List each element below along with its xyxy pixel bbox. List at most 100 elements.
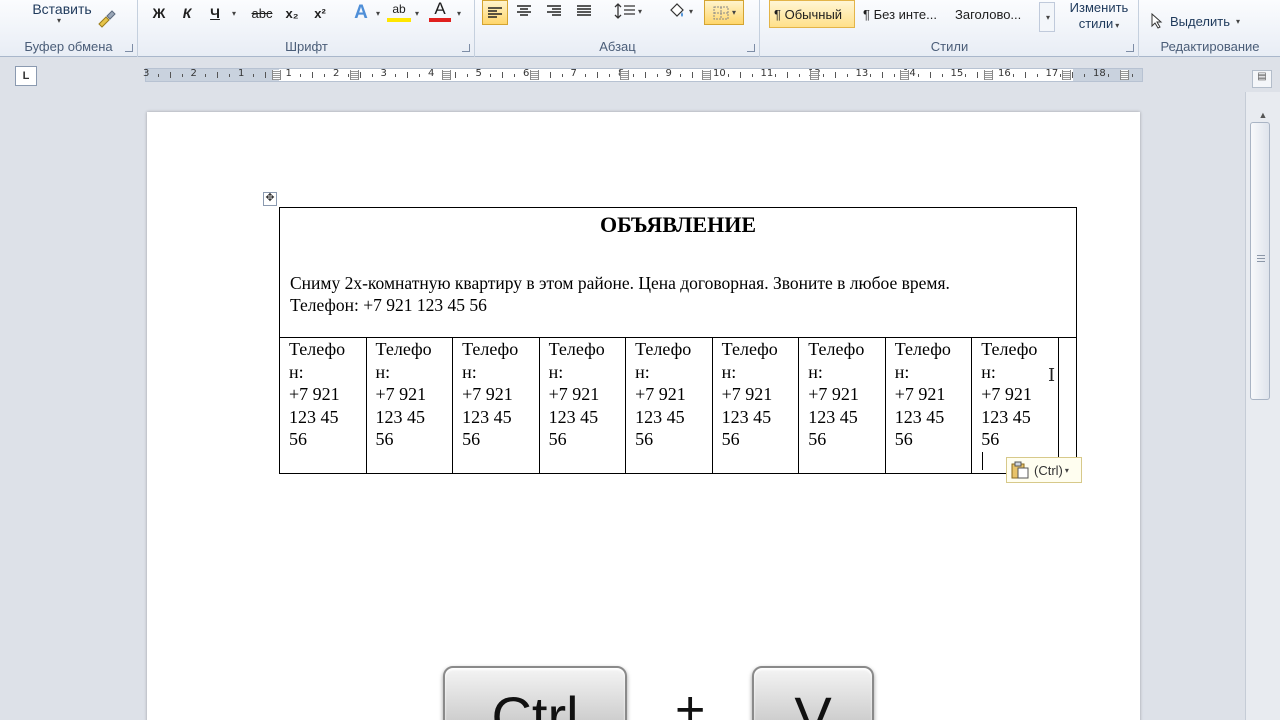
column-marker-icon[interactable] [620, 70, 629, 80]
text-effects-dropdown[interactable]: ▾ [372, 2, 382, 24]
tear-off-cell[interactable]: Телефо н: +7 921 123 45 56 [365, 337, 454, 474]
tear-off-cell[interactable]: Телефо н: +7 921 123 45 56 [711, 337, 800, 474]
font-color-dropdown[interactable]: ▾ [453, 2, 463, 24]
justify-button[interactable] [572, 0, 596, 22]
strikethrough-button[interactable]: abc [247, 2, 277, 24]
advertisement-table[interactable]: ОБЪЯВЛЕНИЕ Сниму 2х-комнатную квартиру в… [279, 207, 1078, 474]
tear-off-line: +7 921 [808, 384, 859, 404]
ruler-tick [941, 74, 943, 77]
tear-off-line: Телефо [289, 339, 346, 359]
scrollbar-thumb[interactable] [1250, 122, 1270, 400]
column-marker-icon[interactable] [900, 70, 909, 80]
bold-button[interactable]: Ж [149, 2, 169, 24]
change-styles-label-2: стили [1078, 16, 1114, 31]
ruler-tick [371, 74, 373, 77]
tear-off-cell[interactable]: Телефо н: +7 921 123 45 56 [798, 337, 886, 474]
v-keycap: V [752, 666, 874, 720]
announcement-body: Сниму 2х-комнатную квартиру в этом район… [290, 272, 1066, 316]
line-spacing-button[interactable]: ▾ [612, 0, 644, 22]
column-marker-icon[interactable] [350, 70, 359, 80]
italic-button[interactable]: К [177, 2, 197, 24]
ruler-tick [834, 72, 836, 78]
ruler-number: 5 [475, 68, 482, 79]
tear-off-cell[interactable]: Телефо н: +7 921 123 45 56 [884, 337, 973, 474]
change-styles-label-1: Изменить [1069, 0, 1129, 15]
tab-selector[interactable]: L [15, 66, 37, 86]
highlight-dropdown[interactable]: ▾ [411, 2, 421, 24]
tear-off-line: Телефо [808, 339, 865, 359]
column-marker-icon[interactable] [702, 70, 711, 80]
tear-off-line: +7 921 [375, 384, 427, 404]
shading-button[interactable]: ▾ [664, 0, 696, 22]
styles-launcher[interactable]: ⌟ [1126, 44, 1134, 52]
align-right-button[interactable] [542, 0, 566, 22]
column-marker-icon[interactable] [272, 70, 281, 80]
tear-off-cell[interactable]: Телефо н: +7 921 123 45 56 [538, 337, 627, 474]
ruler-tick [490, 74, 492, 77]
tear-off-cell[interactable]: Телефо н: +7 921 123 45 56 [625, 337, 713, 474]
paste-options-button[interactable]: (Ctrl) ▾ [1006, 457, 1082, 483]
ruler-tick [656, 74, 658, 77]
style-no-spacing[interactable]: ¶ Без инте... [859, 0, 945, 28]
ruler-tick [680, 74, 682, 77]
tear-off-line: Телефо [548, 339, 605, 359]
style-heading[interactable]: Заголово... [951, 0, 1037, 28]
ruler-left-margin [146, 69, 279, 81]
ruler-tick [466, 74, 468, 77]
ruler-tick [632, 74, 634, 77]
text-effects-button[interactable]: A [349, 2, 373, 24]
clipboard-launcher[interactable]: ⌟ [125, 44, 133, 52]
ruler-tick [561, 74, 563, 77]
styles-more-button[interactable]: ▾ [1039, 2, 1055, 32]
empty-cell[interactable] [1057, 337, 1078, 474]
column-marker-icon[interactable] [530, 70, 539, 80]
change-styles-button[interactable]: Изменить стили ▾ [1063, 0, 1135, 36]
paste-dropdown[interactable]: ▾ [50, 14, 66, 26]
column-marker-icon[interactable] [1120, 70, 1129, 80]
font-color-button[interactable]: A [429, 0, 451, 22]
paragraph-launcher[interactable]: ⌟ [747, 44, 755, 52]
tear-off-cell[interactable]: Телефо н: +7 921 123 45 56 [971, 337, 1059, 474]
column-marker-icon[interactable] [810, 70, 819, 80]
tear-off-cell[interactable]: Телефо н: +7 921 123 45 56 [452, 337, 540, 474]
horizontal-ruler[interactable]: 321123456789101112131415161718 [143, 68, 1143, 82]
tear-off-line: 56 [548, 429, 567, 449]
highlight-button[interactable]: ab [387, 0, 411, 22]
vertical-scrollbar[interactable]: ▤ ▲ [1245, 70, 1280, 720]
cursor-arrow-icon [1151, 13, 1163, 29]
ruler-tick [1012, 74, 1014, 77]
table-move-handle-icon[interactable]: ✥ [263, 192, 277, 206]
align-center-button[interactable] [512, 0, 536, 22]
ruler-tick [395, 74, 397, 77]
tear-off-line: н: [375, 361, 391, 382]
view-ruler-icon[interactable]: ▤ [1252, 70, 1272, 88]
format-painter-button[interactable] [94, 8, 118, 30]
underline-button[interactable]: Ч [205, 2, 225, 24]
table-row: ОБЪЯВЛЕНИЕ Сниму 2х-комнатную квартиру в… [279, 207, 1077, 338]
styles-group-label: Стили [930, 39, 969, 54]
ruler-number: 3 [380, 68, 387, 79]
tear-off-line: 123 45 [808, 406, 858, 427]
tear-off-line: +7 921 [894, 384, 946, 404]
ruler-tick [882, 72, 884, 78]
ruler-number: 1 [238, 68, 245, 79]
subscript-button[interactable]: x₂ [281, 2, 303, 24]
tear-off-cell[interactable]: Телефо н: +7 921 123 45 56 [279, 337, 367, 474]
underline-dropdown[interactable]: ▾ [227, 2, 239, 24]
announcement-cell[interactable]: ОБЪЯВЛЕНИЕ Сниму 2х-комнатную квартиру в… [279, 207, 1077, 338]
ruler-tick [157, 74, 159, 77]
tear-off-line: н: [635, 361, 650, 382]
font-launcher[interactable]: ⌟ [462, 44, 470, 52]
style-normal[interactable]: ¶ Обычный [769, 0, 855, 28]
tear-off-line: 56 [375, 429, 394, 449]
ribbon: Вставить ▾ Буфер обмена ⌟ Ж К Ч ▾ abc x₂… [0, 0, 1280, 57]
tear-off-line: 123 45 [635, 406, 685, 427]
column-marker-icon[interactable] [442, 70, 451, 80]
column-marker-icon[interactable] [984, 70, 993, 80]
superscript-button[interactable]: x² [309, 2, 331, 24]
borders-button[interactable]: ▾ [704, 0, 744, 25]
align-left-button[interactable] [482, 0, 508, 25]
select-button[interactable]: Выделить ▾ [1150, 10, 1260, 32]
ruler-tick [846, 74, 848, 77]
column-marker-icon[interactable] [1062, 70, 1071, 80]
